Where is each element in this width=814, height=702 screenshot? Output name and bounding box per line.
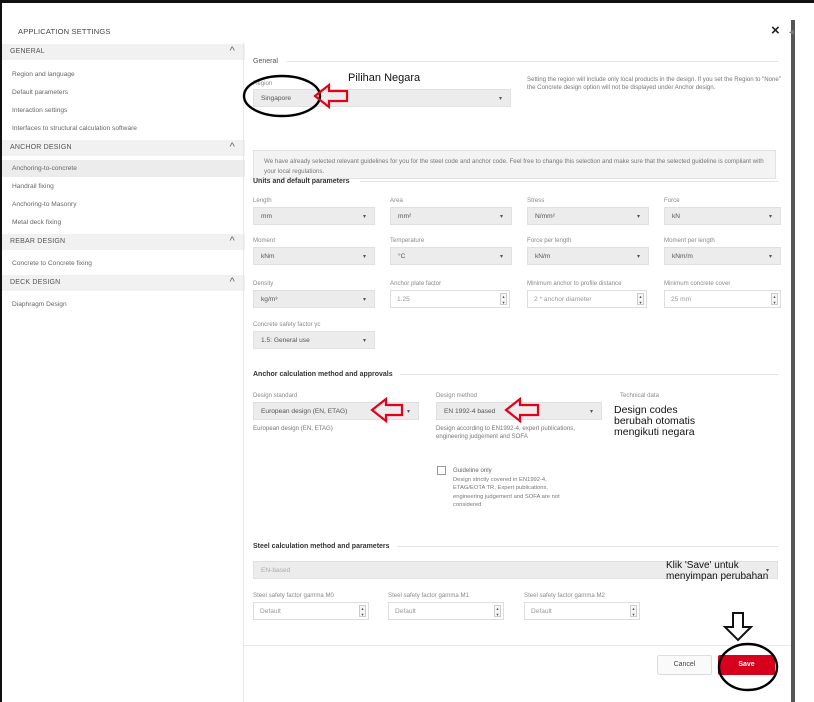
red-arrow-left-icon	[370, 396, 404, 424]
annotation-save-instruction: Klik 'Save' untuk menyimpan perubahan	[666, 560, 769, 582]
save-highlight-circle	[717, 642, 779, 692]
annotation-design-codes: Design codes berubah otomatis mengikuti …	[614, 404, 696, 438]
down-arrow-icon	[722, 612, 754, 642]
red-arrow-left-icon	[504, 396, 540, 424]
region-highlight-circle	[242, 74, 322, 118]
annotation-overlay	[242, 74, 779, 692]
annotation-pilihan-negara: Pilihan Negara	[348, 72, 421, 84]
